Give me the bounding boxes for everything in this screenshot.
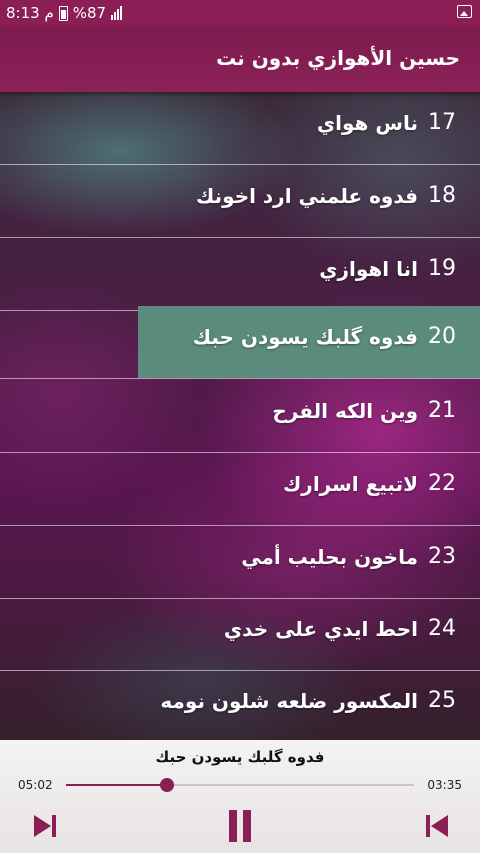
track-title: ناس هواي bbox=[316, 111, 418, 135]
status-left: 8:13 م %87 bbox=[6, 4, 123, 22]
track-row[interactable]: 25 المكسور ضلعه شلون نومه bbox=[0, 670, 480, 740]
track-title: وين الكه الفرح bbox=[272, 399, 418, 423]
track-number: 19 bbox=[428, 256, 456, 281]
track-number: 18 bbox=[428, 183, 456, 208]
battery-level: %87 bbox=[72, 4, 107, 22]
track-number: 25 bbox=[428, 688, 456, 713]
track-number: 24 bbox=[428, 616, 456, 641]
signal-icon bbox=[111, 6, 123, 20]
track-row-active[interactable]: 20 فدوه گلبك يسودن حبك bbox=[0, 306, 480, 379]
next-icon bbox=[34, 815, 56, 837]
track-title: لاتبيع اسرارك bbox=[282, 472, 418, 496]
previous-button[interactable] bbox=[418, 806, 458, 846]
track-title: احط ايدي على خدي bbox=[223, 617, 418, 641]
seek-bar[interactable] bbox=[66, 778, 414, 792]
track-title: فدوه گلبك يسودن حبك bbox=[192, 325, 418, 349]
track-title: المكسور ضلعه شلون نومه bbox=[160, 689, 418, 713]
track-row[interactable]: 24 احط ايدي على خدي bbox=[0, 598, 480, 671]
time-remaining: 03:35 bbox=[427, 778, 462, 792]
battery-icon bbox=[58, 5, 68, 21]
track-number: 22 bbox=[428, 471, 456, 496]
track-number: 20 bbox=[428, 324, 456, 349]
track-number: 23 bbox=[428, 544, 456, 569]
track-number: 21 bbox=[428, 398, 456, 423]
pause-icon bbox=[229, 810, 251, 842]
track-row[interactable]: 22 لاتبيع اسرارك bbox=[0, 453, 480, 526]
page-title: حسين الأهوازي بدون نت bbox=[216, 46, 460, 70]
track-row[interactable]: 18 فدوه علمني ارد اخونك bbox=[0, 165, 480, 238]
track-title: ماخون بحليب أمي bbox=[241, 545, 418, 569]
status-right bbox=[457, 4, 472, 22]
previous-icon bbox=[426, 815, 448, 837]
app-header: حسين الأهوازي بدون نت bbox=[0, 28, 480, 92]
seek-bar-thumb[interactable] bbox=[159, 778, 174, 792]
image-notification-icon bbox=[457, 5, 472, 18]
now-playing-title: فدوه گلبك يسودن حبك bbox=[155, 748, 325, 766]
track-number: 17 bbox=[428, 110, 456, 135]
player-bar: فدوه گلبك يسودن حبك 05:02 03:35 bbox=[0, 740, 480, 853]
pause-button[interactable] bbox=[220, 806, 260, 846]
track-row[interactable]: 17 ناس هواي bbox=[0, 92, 480, 165]
track-title: فدوه علمني ارد اخونك bbox=[196, 184, 418, 208]
status-time: 8:13 م bbox=[6, 4, 54, 22]
track-row[interactable]: 23 ماخون بحليب أمي bbox=[0, 526, 480, 599]
time-elapsed: 05:02 bbox=[18, 778, 53, 792]
track-title: انا اهوازي bbox=[319, 257, 418, 281]
seek-bar-fill bbox=[66, 784, 167, 786]
track-row[interactable]: 19 انا اهوازي bbox=[0, 238, 480, 311]
next-button[interactable] bbox=[24, 806, 64, 846]
track-row[interactable]: 21 وين الكه الفرح bbox=[0, 380, 480, 453]
status-bar: 8:13 م %87 bbox=[0, 0, 480, 28]
track-list[interactable]: 17 ناس هواي 18 فدوه علمني ارد اخونك 19 ا… bbox=[0, 92, 480, 740]
